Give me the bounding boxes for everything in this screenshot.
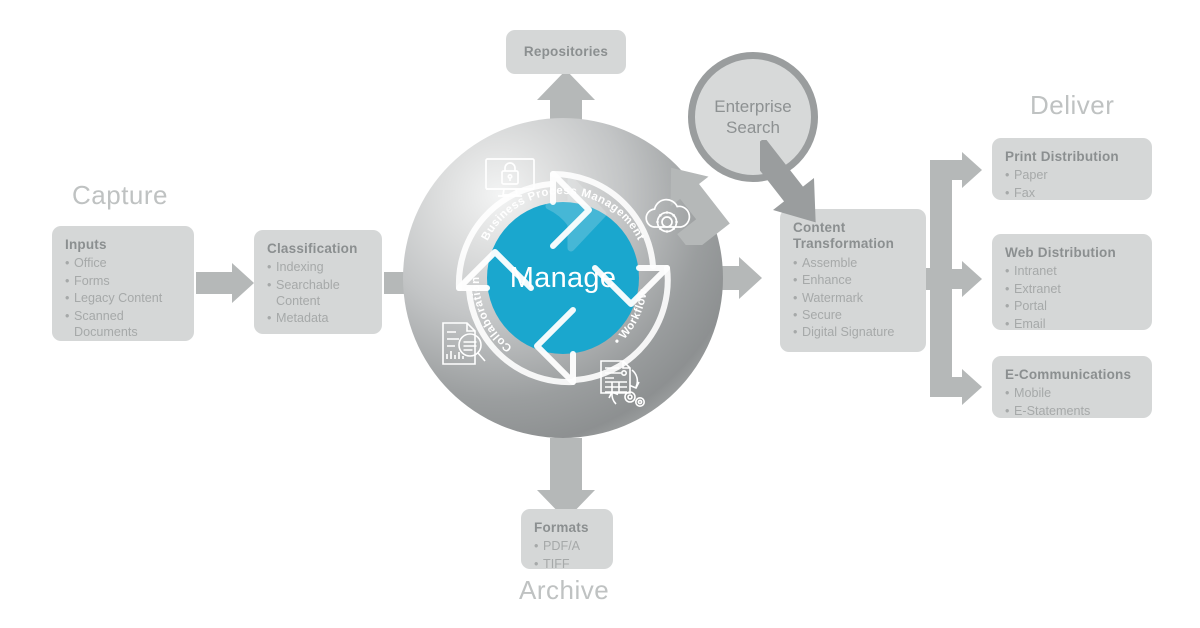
arc-text-collaboration: Collaboration	[470, 276, 514, 354]
list-item: Digital Signature	[793, 324, 913, 342]
list-item: Scanned Documents	[65, 308, 181, 341]
list-item: Legacy Content	[65, 290, 181, 308]
arrow-inputs-to-classification	[196, 272, 232, 294]
panel-print-distribution-list: Paper Fax	[1005, 167, 1139, 202]
panel-classification[interactable]: Classification Indexing Searchable Conte…	[254, 230, 382, 334]
list-item: Forms	[65, 273, 181, 291]
list-item: Mobile	[1005, 385, 1139, 403]
list-item: Extranet	[1005, 281, 1139, 299]
list-item: Fax	[1005, 185, 1139, 203]
enterprise-search-line2: Search	[726, 118, 780, 137]
list-item: PDF/A	[534, 538, 600, 556]
list-item: Email	[1005, 316, 1139, 334]
arrow-to-e-communications	[930, 377, 962, 397]
enterprise-search-label: Enterprise Search	[714, 96, 791, 139]
list-item: E-Statements	[1005, 403, 1139, 421]
list-item: Enhance	[793, 272, 913, 290]
list-item: Watermark	[793, 290, 913, 308]
panel-e-communications-title: E-Communications	[1005, 367, 1132, 382]
panel-inputs-list: Office Forms Legacy Content Scanned Docu…	[65, 255, 181, 340]
panel-classification-title: Classification	[267, 241, 358, 256]
list-item: TIFF	[534, 556, 600, 574]
panel-print-distribution-title: Print Distribution	[1005, 149, 1119, 164]
panel-e-communications-list: Mobile E-Statements	[1005, 385, 1139, 420]
section-title-capture: Capture	[72, 180, 168, 210]
list-item: Searchable Content	[267, 277, 369, 310]
panel-inputs-title: Inputs	[65, 237, 107, 252]
arrow-to-formats	[550, 438, 582, 490]
panel-web-distribution-title: Web Distribution	[1005, 245, 1116, 260]
panel-print-distribution[interactable]: Print Distribution Paper Fax	[992, 138, 1152, 203]
section-title-archive: Archive	[519, 575, 610, 605]
list-item: Metadata	[267, 310, 369, 328]
enterprise-search-line1: Enterprise	[714, 96, 792, 116]
panel-formats[interactable]: Formats PDF/A TIFF	[521, 509, 613, 574]
arc-text-bpm: Business Process Management	[480, 185, 646, 243]
list-item: Portal	[1005, 298, 1139, 316]
arc-label-bpm: Business Process Management	[480, 185, 647, 243]
list-item: Intranet	[1005, 263, 1139, 281]
panel-repositories-title: Repositories	[523, 43, 609, 59]
panel-web-distribution[interactable]: Web Distribution Intranet Extranet Porta…	[992, 234, 1152, 333]
panel-inputs[interactable]: Inputs Office Forms Legacy Content Scann…	[52, 226, 194, 341]
diagram-canvas: Capture Deliver Archive Business Process…	[0, 0, 1200, 628]
panel-repositories[interactable]: Repositories	[506, 30, 626, 74]
list-item: Secure	[793, 307, 913, 325]
panel-formats-title: Formats	[534, 520, 589, 535]
arc-label-collaboration: Collaboration	[470, 276, 514, 354]
panel-e-communications[interactable]: E-Communications Mobile E-Statements	[992, 356, 1152, 421]
panel-formats-list: PDF/A TIFF	[534, 538, 600, 573]
arrow-to-print-distribution	[930, 160, 962, 180]
arc-text-workflow: • Workflow	[612, 288, 649, 347]
list-item: Paper	[1005, 167, 1139, 185]
arc-label-workflow: • Workflow	[612, 288, 650, 347]
list-item: Indexing	[267, 259, 369, 277]
manage-arc-labels: Business Process Management • Workflow C…	[470, 185, 650, 354]
section-title-deliver: Deliver	[1030, 90, 1115, 120]
list-item: Office	[65, 255, 181, 273]
arrow-to-web-distribution	[930, 269, 962, 289]
panel-web-distribution-list: Intranet Extranet Portal Email	[1005, 263, 1139, 333]
magnifier-handle-arrow	[760, 140, 816, 223]
panel-classification-list: Indexing Searchable Content Metadata	[267, 259, 369, 328]
